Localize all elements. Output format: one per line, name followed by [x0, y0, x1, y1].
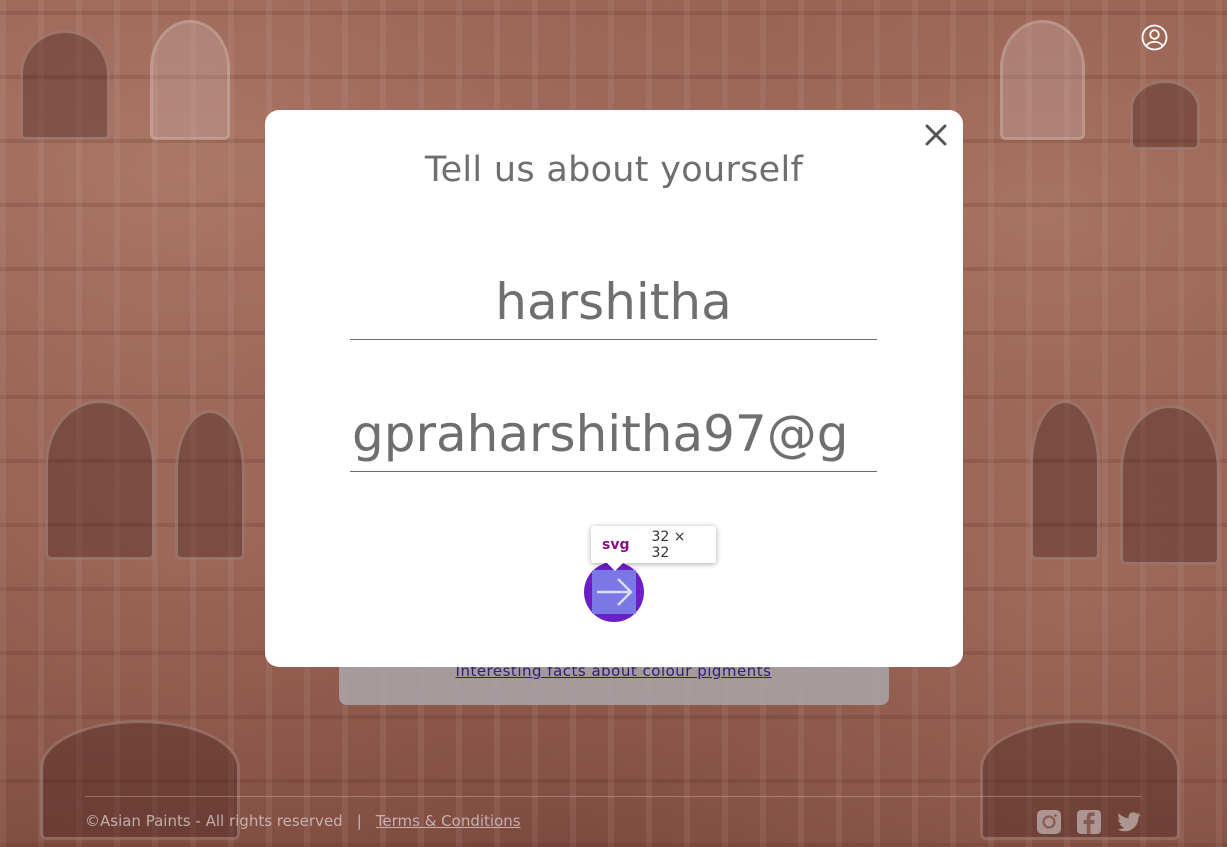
footer: ©Asian Paints - All rights reserved | Te… — [85, 812, 521, 830]
name-input[interactable] — [350, 270, 877, 340]
footer-separator: | — [356, 812, 362, 830]
svg-inspect-highlight — [592, 570, 636, 614]
close-button[interactable] — [921, 120, 951, 150]
user-circle-icon[interactable] — [1141, 24, 1168, 51]
copyright-text: ©Asian Paints - All rights reserved — [85, 812, 343, 830]
email-input[interactable] — [350, 402, 877, 472]
twitter-icon[interactable] — [1116, 809, 1142, 835]
profile-modal: Tell us about yourself — [265, 110, 963, 667]
instagram-icon[interactable] — [1036, 809, 1062, 835]
terms-link[interactable]: Terms & Conditions — [376, 812, 521, 830]
devtools-tooltip: svg 32 × 32 — [591, 526, 716, 571]
arrow-right-icon — [597, 578, 633, 606]
submit-button[interactable] — [584, 562, 644, 622]
facebook-icon[interactable] — [1076, 809, 1102, 835]
tooltip-dimensions: 32 × 32 — [651, 528, 686, 561]
footer-divider — [85, 796, 1142, 797]
modal-title: Tell us about yourself — [424, 150, 804, 190]
close-icon — [925, 124, 947, 146]
tooltip-tag: svg — [602, 536, 630, 553]
